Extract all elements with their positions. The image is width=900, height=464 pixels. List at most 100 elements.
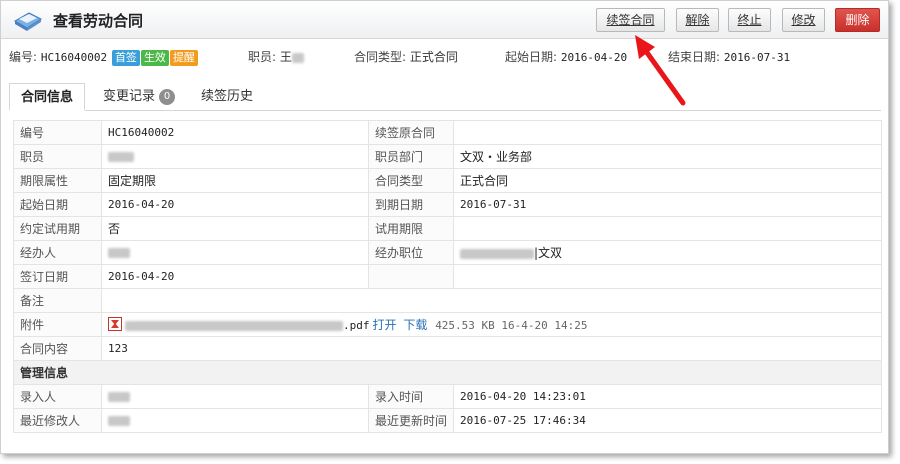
- reminder-badge: 提醒: [169, 50, 198, 66]
- summary-end-value: 2016-07-31: [723, 51, 791, 64]
- field-label: 经办人: [13, 240, 102, 265]
- table-row: 起始日期 2016-04-20 到期日期 2016-07-31: [13, 192, 882, 217]
- summary-employee-value: 王: [279, 50, 292, 64]
- tab-contract-info[interactable]: 合同信息: [9, 83, 85, 111]
- detail-tabs: 合同信息 变更记录 0 续签历史: [9, 83, 881, 111]
- summary-start-value: 2016-04-20: [560, 51, 628, 64]
- field-value: [453, 120, 882, 145]
- contract-book-icon: [14, 12, 43, 31]
- field-label: 最近更新时间: [368, 408, 454, 433]
- redacted-name: [291, 52, 304, 63]
- field-value: 否: [101, 216, 369, 241]
- table-row: 最近修改人 最近更新时间 2016-07-25 17:46:34: [13, 408, 882, 433]
- attachment-meta: 425.53 KB 16-4-20 14:25: [435, 319, 588, 332]
- field-label: 录入人: [13, 384, 102, 409]
- annotation-arrow-icon: [635, 35, 686, 106]
- field-label: 录入时间: [368, 384, 454, 409]
- redacted-filename: [125, 320, 343, 331]
- open-attachment-link[interactable]: 打开: [373, 318, 397, 332]
- field-label: 备注: [13, 288, 102, 313]
- tab-change-records[interactable]: 变更记录 0: [89, 83, 189, 111]
- table-row: 合同内容 123: [13, 336, 882, 361]
- table-row: 编号 HC16040002 续签原合同: [13, 120, 882, 145]
- field-value: 123: [101, 336, 882, 361]
- table-row: 约定试用期 否 试用期限: [13, 216, 882, 241]
- edit-button[interactable]: 修改: [782, 8, 825, 32]
- summary-employee: 职员: 王: [248, 48, 304, 65]
- summary-start: 起始日期: 2016-04-20: [505, 48, 627, 65]
- summary-employee-label: 职员:: [248, 50, 277, 64]
- field-label: 试用期限: [368, 216, 454, 241]
- field-value: [101, 408, 369, 433]
- table-row: 备注: [13, 288, 882, 313]
- field-value: [453, 264, 882, 289]
- summary-start-label: 起始日期:: [505, 50, 558, 64]
- first-sign-badge: 首签: [111, 50, 140, 66]
- summary-code-label: 编号:: [9, 50, 38, 64]
- field-value: [101, 240, 369, 265]
- field-label: 附件: [13, 312, 102, 337]
- stop-button[interactable]: 终止: [728, 8, 771, 32]
- contract-summary-bar: 编号: HC16040002 首签 生效 提醒 职员: 王 合同类型: 正式合同 起…: [1, 43, 888, 69]
- delete-button[interactable]: 删除: [835, 8, 880, 32]
- table-row: 附件 .pdf 打开 下载 425.53 KB 16-4-20 14:25: [13, 312, 882, 337]
- field-label: 到期日期: [368, 192, 454, 217]
- redacted-position: [460, 248, 534, 259]
- field-value: 文双・业务部: [453, 144, 882, 169]
- field-label: 签订日期: [13, 264, 102, 289]
- field-value: [101, 288, 882, 313]
- field-value: 固定期限: [101, 168, 369, 193]
- field-value: 2016-07-31: [453, 192, 882, 217]
- field-label: 合同类型: [368, 168, 454, 193]
- summary-code: 编号: HC16040002 首签 生效 提醒: [9, 48, 198, 66]
- table-row: 期限属性 固定期限 合同类型 正式合同: [13, 168, 882, 193]
- field-label: 续签原合同: [368, 120, 454, 145]
- contract-window: 查看劳动合同 续签合同 解除 终止 修改 删除 编号: HC16040002 首…: [0, 0, 889, 454]
- download-attachment-link[interactable]: 下载: [403, 318, 427, 332]
- management-section-header: 管理信息: [13, 360, 882, 385]
- section-title: 管理信息: [13, 360, 882, 385]
- field-label: 期限属性: [13, 168, 102, 193]
- redacted-name: [108, 248, 130, 258]
- tab-change-records-label: 变更记录: [102, 89, 155, 104]
- page-title: 查看劳动合同: [53, 12, 144, 30]
- field-label: [368, 264, 454, 289]
- field-label: 经办职位: [368, 240, 454, 265]
- table-row: 签订日期 2016-04-20: [13, 264, 882, 289]
- field-value: 正式合同: [453, 168, 882, 193]
- pdf-file-icon: [108, 317, 122, 331]
- field-value: [101, 144, 369, 169]
- field-value: [453, 216, 882, 241]
- table-row: 经办人 经办职位 |文双: [13, 240, 882, 265]
- field-label: 编号: [13, 120, 102, 145]
- field-label: 约定试用期: [13, 216, 102, 241]
- attachment-extension: .pdf: [343, 319, 370, 332]
- field-label: 职员部门: [368, 144, 454, 169]
- change-count-badge: 0: [159, 89, 175, 105]
- field-value: 2016-04-20: [101, 192, 369, 217]
- field-value: |文双: [453, 240, 882, 265]
- field-value: [101, 384, 369, 409]
- field-label: 最近修改人: [13, 408, 102, 433]
- redacted-name: [108, 416, 130, 426]
- redacted-name: [108, 392, 130, 402]
- summary-code-value: HC16040002: [40, 51, 108, 64]
- table-row: 职员 职员部门 文双・业务部: [13, 144, 882, 169]
- field-label: 合同内容: [13, 336, 102, 361]
- field-label: 职员: [13, 144, 102, 169]
- summary-type-label: 合同类型:: [354, 50, 407, 64]
- field-value: 2016-04-20: [101, 264, 369, 289]
- active-badge: 生效: [140, 50, 169, 66]
- attachment-cell: .pdf 打开 下载 425.53 KB 16-4-20 14:25: [101, 312, 882, 337]
- table-row: 录入人 录入时间 2016-04-20 14:23:01: [13, 384, 882, 409]
- contract-detail-table: 编号 HC16040002 续签原合同 职员 职员部门 文双・业务部 期限属性 …: [13, 120, 882, 433]
- field-value: 2016-07-25 17:46:34: [453, 408, 882, 433]
- field-value: HC16040002: [101, 120, 369, 145]
- field-value: 2016-04-20 14:23:01: [453, 384, 882, 409]
- tab-renewal-history[interactable]: 续签历史: [193, 83, 261, 111]
- page-header: 查看劳动合同 续签合同 解除 终止 修改 删除: [1, 1, 888, 39]
- redacted-name: [108, 152, 134, 162]
- summary-type-value: 正式合同: [409, 50, 458, 64]
- field-label: 起始日期: [13, 192, 102, 217]
- handler-position-suffix: |文双: [534, 246, 563, 260]
